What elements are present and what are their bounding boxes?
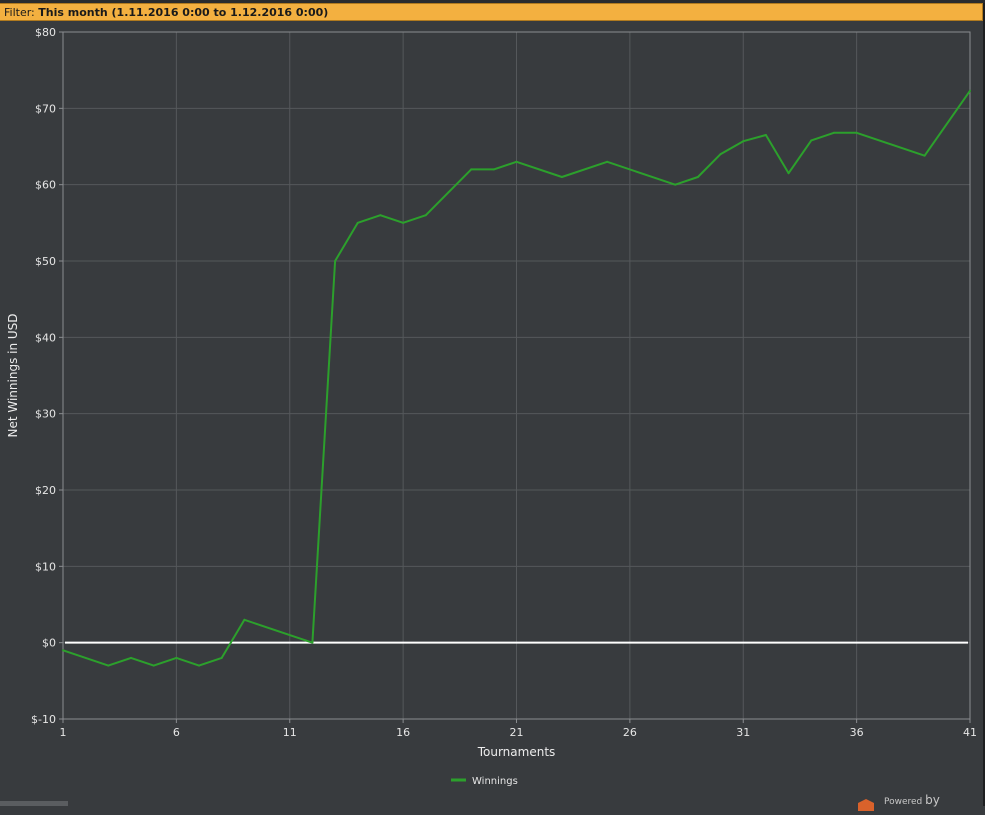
y-tick-label: $20 [35,484,56,497]
data-point [356,221,359,224]
data-point [152,664,155,667]
data-point [787,172,790,175]
y-tick-label: $30 [35,408,56,421]
data-point [969,89,971,92]
bottom-tab [0,801,68,806]
data-point [107,664,110,667]
data-point [402,221,405,224]
x-tick-label: 26 [623,726,637,739]
winnings-chart: $80$70$60$50$40$30$20$10$0$-10 1 6 11 16 21 2… [6,26,977,787]
data-point [832,131,835,134]
data-point [696,176,699,179]
data-point [220,656,223,659]
legend[interactable]: Winnings [451,776,518,787]
data-point [334,260,337,262]
data-point [424,214,427,217]
filter-label: Filter: [4,6,35,19]
data-point [719,153,722,156]
data-point [742,140,745,143]
data-point [379,214,382,217]
x-tick-label: 41 [963,726,977,739]
data-point [243,618,246,621]
x-tick-label: 1 [60,726,67,739]
filter-value: This month (1.11.2016 0:00 to 1.12.2016 … [38,6,329,19]
x-tick-label: 31 [736,726,750,739]
x-tick-label: 16 [396,726,410,739]
x-tick-label: 11 [283,726,297,739]
data-point [606,160,609,163]
y-tick-label: $50 [35,255,56,268]
y-tick-label: $-10 [31,713,56,726]
data-point [674,183,677,186]
y-tick-label: $80 [35,26,56,39]
y-tick-label: $10 [35,560,56,573]
y-axis-ticks: $80 $70 $60 $50 $40 $30 $20 $10 $0 $-10 [31,26,63,726]
chart-grid [62,31,971,720]
data-point [62,649,64,652]
x-axis-label: Tournaments [477,745,556,759]
data-point [198,664,201,667]
y-tick-label: $60 [35,179,56,192]
data-point [130,656,133,659]
x-tick-label: 36 [850,726,864,739]
data-point [311,641,314,644]
x-tick-label: 21 [510,726,524,739]
data-point [560,176,563,179]
data-point [923,154,926,157]
data-point [810,139,813,142]
data-point [492,168,495,171]
by-label: by [925,793,940,807]
powered-by-logo-icon [858,796,874,811]
powered-by-text: Powered by [884,793,940,807]
filter-bar: Filter: This month (1.11.2016 0:00 to 1.… [0,3,983,21]
data-point [764,134,767,137]
y-tick-label: $0 [42,637,56,650]
y-tick-label: $40 [35,331,56,344]
x-axis-ticks: 1 6 11 16 21 26 31 36 41 [60,719,977,739]
data-point [175,656,178,659]
x-tick-label: 6 [173,726,180,739]
y-tick-label: $70 [35,102,56,115]
data-point [855,131,858,134]
data-point [470,168,473,171]
y-axis-label: Net Winnings in USD [6,313,20,437]
data-point [447,191,450,194]
data-point [515,160,518,163]
legend-label: Winnings [472,776,518,787]
